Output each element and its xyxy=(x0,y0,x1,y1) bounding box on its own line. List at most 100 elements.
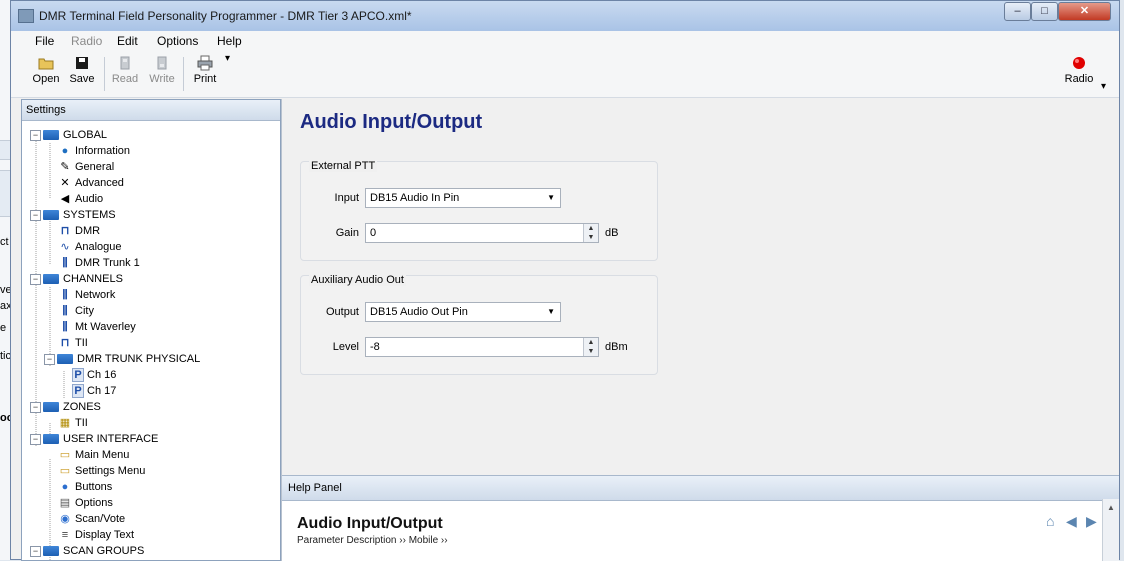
tree-node-scan-groups[interactable]: − SCAN GROUPS xyxy=(30,543,144,559)
tree-node-buttons[interactable]: ● Buttons xyxy=(58,479,113,495)
save-button[interactable]: Save xyxy=(64,53,100,85)
tree-node-display-text[interactable]: ≡ Display Text xyxy=(58,527,134,543)
output-select[interactable]: DB15 Audio Out Pin ▼ xyxy=(365,302,561,322)
back-arrow-icon[interactable]: ◀ xyxy=(1066,513,1077,530)
tree-node-dmr[interactable]: ⊓ DMR xyxy=(58,223,100,239)
level-stepper[interactable]: -8 ▲ ▼ xyxy=(365,337,599,357)
menu-radio[interactable]: Radio xyxy=(71,34,102,48)
zone-grid-icon: ▦ xyxy=(59,417,71,429)
physical-channel-icon: P xyxy=(72,384,84,398)
tree-node-global[interactable]: − GLOBAL xyxy=(30,127,107,143)
tree-label: ZONES xyxy=(63,401,101,413)
output-value: DB15 Audio Out Pin xyxy=(370,306,468,318)
menu-window-icon: ▭ xyxy=(59,465,71,477)
menu-file[interactable]: File xyxy=(35,34,54,48)
tree-label: Ch 17 xyxy=(87,385,117,397)
forward-arrow-icon[interactable]: ▶ xyxy=(1086,513,1097,530)
collapse-icon[interactable]: − xyxy=(30,273,41,285)
tree-node-mt-waverley[interactable]: ⫼ Mt Waverley xyxy=(58,319,135,335)
physical-channel-icon: P xyxy=(72,368,84,382)
tree-node-scan-vote[interactable]: ◉ Scan/Vote xyxy=(58,511,125,527)
open-button[interactable]: Open xyxy=(28,53,64,85)
scan-icon: ◉ xyxy=(60,513,70,525)
tree-label: DMR Trunk 1 xyxy=(75,257,140,269)
collapse-icon[interactable]: − xyxy=(30,545,41,557)
content-panel: Audio Input/Output External PTT Input DB… xyxy=(281,99,1119,475)
spinner-arrows-icon[interactable]: ▲ ▼ xyxy=(583,338,598,356)
tree-node-main-menu[interactable]: ▭ Main Menu xyxy=(58,447,130,463)
button-circle-icon: ● xyxy=(61,481,69,493)
print-button[interactable]: Print xyxy=(187,53,223,85)
write-button[interactable]: Write xyxy=(144,53,180,85)
tree-node-ch-16[interactable]: P Ch 16 xyxy=(72,367,116,383)
tree-node-zone-tii[interactable]: ▦ TII xyxy=(58,415,88,431)
tree-node-ch-17[interactable]: P Ch 17 xyxy=(72,383,116,399)
help-scrollbar[interactable]: ▲ xyxy=(1102,499,1119,561)
tree-label: Settings Menu xyxy=(75,465,146,477)
minimize-button[interactable]: – xyxy=(1004,2,1031,21)
tree-node-channels[interactable]: − CHANNELS xyxy=(30,271,123,287)
collapse-icon[interactable]: − xyxy=(30,401,41,413)
print-label: Print xyxy=(193,73,217,85)
page-title: Audio Input/Output xyxy=(300,111,483,133)
main-window: DMR Terminal Field Personality Programme… xyxy=(10,0,1120,561)
tree-node-dmr-trunk-physical[interactable]: − DMR TRUNK PHYSICAL xyxy=(44,351,200,367)
tree-node-systems[interactable]: − SYSTEMS xyxy=(30,207,116,223)
tree-label: Advanced xyxy=(75,177,124,189)
collapse-icon[interactable]: − xyxy=(44,353,55,365)
radio-dropdown-icon[interactable]: ▾ xyxy=(1101,81,1106,92)
read-button[interactable]: Read xyxy=(107,53,143,85)
options-grid-icon: ▤ xyxy=(59,497,71,509)
tree-node-analogue[interactable]: ∿ Analogue xyxy=(58,239,121,255)
collapse-icon[interactable]: − xyxy=(30,433,41,445)
tools-icon: ✕ xyxy=(60,177,70,189)
collapse-icon[interactable]: − xyxy=(30,209,41,221)
chevron-down-icon: ▼ xyxy=(547,307,555,316)
folder-icon xyxy=(43,210,59,221)
title-bar[interactable]: DMR Terminal Field Personality Programme… xyxy=(11,1,1119,31)
home-icon[interactable]: ⌂ xyxy=(1046,513,1054,529)
tree-label: Ch 16 xyxy=(87,369,117,381)
radio-label: Radio xyxy=(1064,73,1094,85)
tree-node-settings-menu[interactable]: ▭ Settings Menu xyxy=(58,463,146,479)
tree-label: Options xyxy=(75,497,113,509)
tree-node-network[interactable]: ⫼ Network xyxy=(58,287,115,303)
tree-node-advanced[interactable]: ✕ Advanced xyxy=(58,175,124,191)
trunk-icon: ⫼ xyxy=(62,289,68,301)
settings-panel: Settings − GLOBAL ● Information ✎ General ✕… xyxy=(21,99,281,561)
scroll-up-icon[interactable]: ▲ xyxy=(1107,503,1115,512)
gain-stepper[interactable]: 0 ▲ ▼ xyxy=(365,223,599,243)
tree-node-user-interface[interactable]: − USER INTERFACE xyxy=(30,431,158,447)
menu-help[interactable]: Help xyxy=(217,34,242,48)
tree-node-audio[interactable]: ◀ Audio xyxy=(58,191,103,207)
tree-node-zones[interactable]: − ZONES xyxy=(30,399,101,415)
folder-icon xyxy=(43,434,59,445)
tree-node-general[interactable]: ✎ General xyxy=(58,159,114,175)
menu-edit[interactable]: Edit xyxy=(117,34,138,48)
help-breadcrumb[interactable]: Parameter Description ›› Mobile ›› xyxy=(297,535,448,546)
collapse-icon[interactable]: − xyxy=(30,129,41,141)
tree-node-tii[interactable]: ⊓ TII xyxy=(58,335,88,351)
spinner-arrows-icon[interactable]: ▲ ▼ xyxy=(583,224,598,242)
menu-options[interactable]: Options xyxy=(157,34,198,48)
tree-label: TII xyxy=(75,337,88,349)
analogue-wave-icon: ∿ xyxy=(60,241,70,253)
wrench-icon: ✎ xyxy=(60,161,70,173)
tree-node-city[interactable]: ⫼ City xyxy=(58,303,93,319)
tree-node-information[interactable]: ● Information xyxy=(58,143,130,159)
level-value: -8 xyxy=(370,341,380,353)
tree-label: USER INTERFACE xyxy=(63,433,159,445)
toolbar-separator xyxy=(183,57,184,91)
maximize-button[interactable]: □ xyxy=(1031,2,1058,21)
print-dropdown-icon[interactable]: ▾ xyxy=(225,53,230,64)
tree-label: General xyxy=(75,161,115,173)
tree-node-options[interactable]: ▤ Options xyxy=(58,495,113,511)
input-select[interactable]: DB15 Audio In Pin ▼ xyxy=(365,188,561,208)
close-button[interactable]: ✕ xyxy=(1058,2,1111,21)
write-radio-icon xyxy=(157,56,167,70)
folder-icon xyxy=(43,402,59,413)
gain-unit: dB xyxy=(605,227,619,239)
tree-label: Network xyxy=(75,289,116,301)
radio-button[interactable]: Radio xyxy=(1061,53,1097,85)
tree-node-dmr-trunk-1[interactable]: ⫼ DMR Trunk 1 xyxy=(58,255,140,271)
